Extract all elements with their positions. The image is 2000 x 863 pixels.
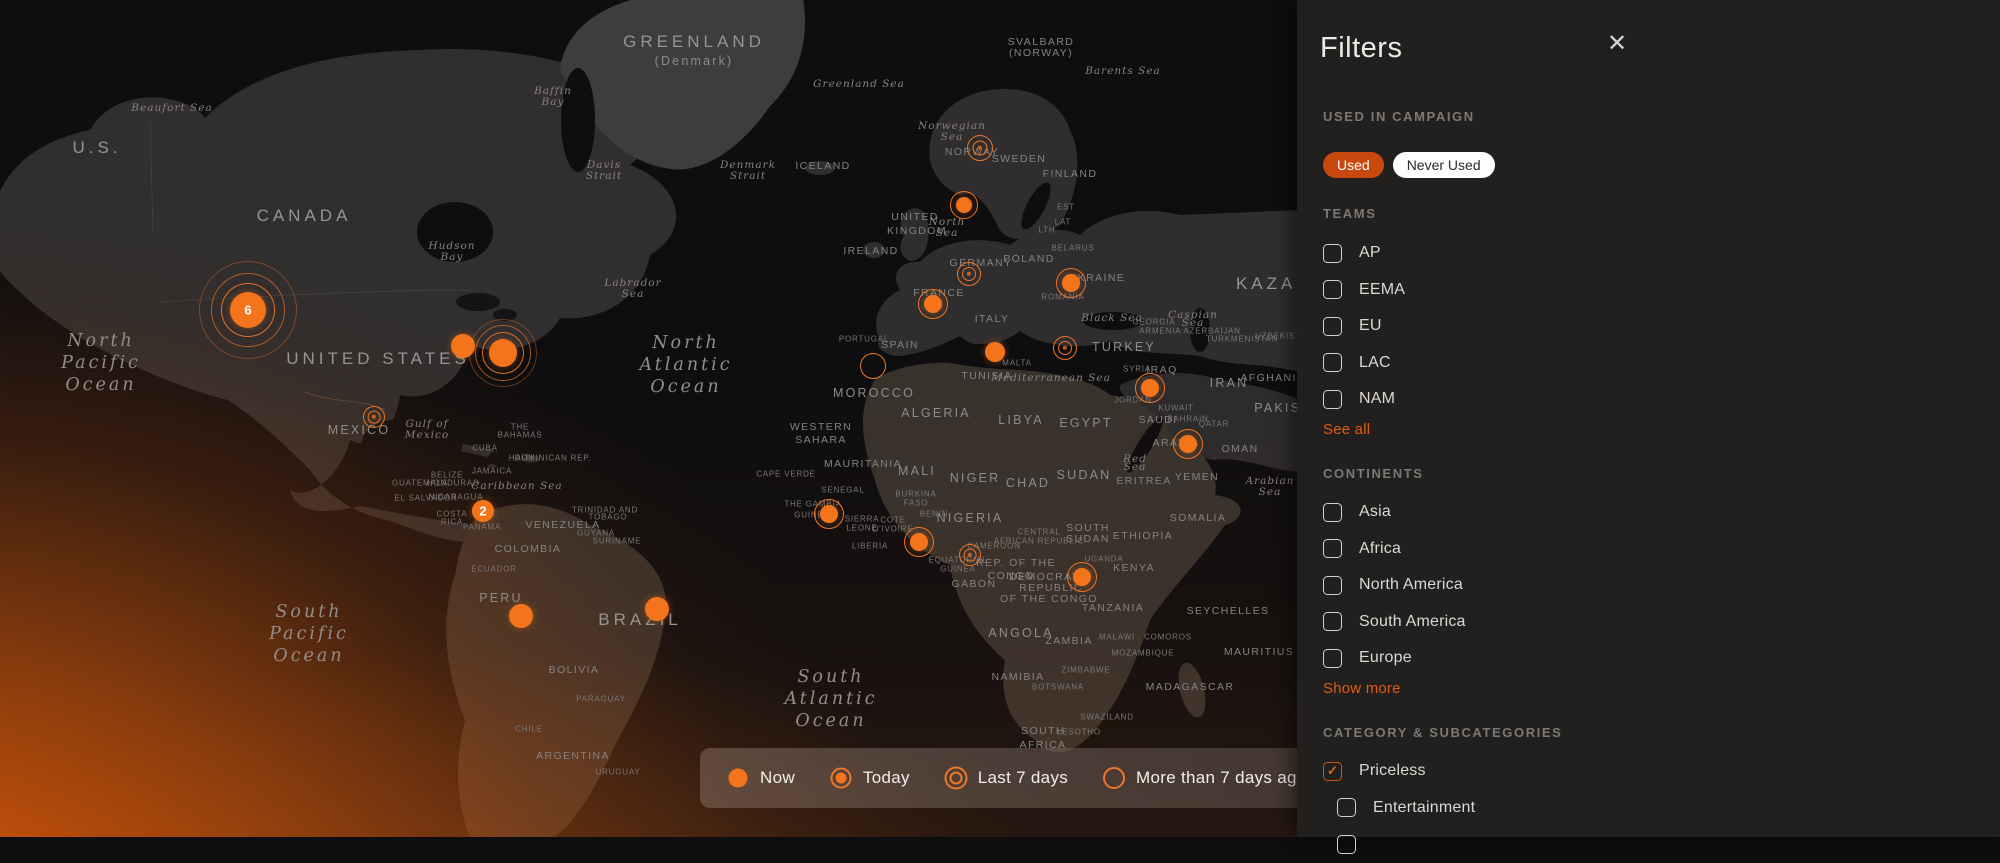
map-legend: Now Today Last 7 days More than 7 days ago	[700, 748, 1297, 808]
checkbox-label: Priceless	[1359, 762, 1426, 780]
map-markers: 62	[0, 0, 1297, 837]
checkbox-icon[interactable]	[1337, 798, 1356, 818]
legend-item-plus7: More than 7 days ago	[1102, 766, 1297, 790]
legend-last7-icon	[944, 766, 968, 790]
checkbox-label: Asia	[1359, 503, 1391, 521]
checkbox-row-north-america[interactable]: North America	[1323, 567, 1466, 604]
legend-plus7-icon	[1102, 766, 1126, 790]
legend-label: Last 7 days	[977, 768, 1069, 787]
checkbox-label: South America	[1359, 612, 1466, 630]
show-more-link[interactable]: Show more	[1323, 680, 1401, 697]
checkbox-row-unlabeled[interactable]	[1323, 826, 1475, 863]
legend-item-today: Today	[829, 766, 910, 790]
filters-panel: Filters ✕ USED IN CAMPAIGN Used Never Use…	[1297, 0, 2000, 854]
checkbox-label: EU	[1359, 317, 1382, 335]
section-label-teams: TEAMS	[1323, 206, 1377, 221]
checkbox-label: AP	[1359, 244, 1381, 262]
checkbox-icon[interactable]	[1323, 648, 1342, 668]
checkbox-icon[interactable]	[1323, 243, 1342, 263]
checkbox-label: LAC	[1359, 353, 1391, 371]
checkbox-label: North America	[1359, 576, 1463, 594]
marker-count: 6	[244, 302, 252, 318]
continents-checklist: Asia Africa North America South America Euro…	[1323, 494, 1466, 677]
checkbox-row-ap[interactable]: AP	[1323, 235, 1405, 272]
checkbox-row-eu[interactable]: EU	[1323, 308, 1405, 345]
section-label-continents: CONTINENTS	[1323, 466, 1424, 481]
teams-checklist: AP EEMA EU LAC NAM	[1323, 235, 1405, 418]
checkbox-icon[interactable]	[1323, 389, 1342, 409]
filters-panel-title: Filters	[1320, 32, 1403, 64]
checkbox-icon[interactable]	[1323, 316, 1342, 336]
section-label-used-in-campaign: USED IN CAMPAIGN	[1323, 109, 1475, 124]
marker-count: 2	[479, 503, 487, 519]
checkbox-row-europe[interactable]: Europe	[1323, 640, 1466, 677]
used-in-campaign-options: Used Never Used	[1323, 152, 1495, 178]
see-all-link[interactable]: See all	[1323, 421, 1370, 438]
checkbox-label: Europe	[1359, 649, 1412, 667]
world-map[interactable]: U.S.CANADAUNITED STATESBRAZILKAZAKHSTANG…	[0, 0, 1297, 837]
checkbox-row-priceless[interactable]: ✓ Priceless	[1323, 753, 1475, 790]
legend-now-icon	[726, 766, 750, 790]
checkbox-row-eema[interactable]: EEMA	[1323, 272, 1405, 309]
filter-pill-used[interactable]: Used	[1323, 152, 1384, 178]
checkbox-label: Africa	[1359, 539, 1402, 557]
close-icon[interactable]: ✕	[1607, 32, 1627, 56]
checkbox-icon[interactable]	[1323, 575, 1342, 595]
checkbox-label: Entertainment	[1373, 798, 1476, 816]
legend-label: Now	[760, 768, 795, 787]
checkbox-icon[interactable]	[1323, 539, 1342, 559]
legend-item-last7: Last 7 days	[944, 766, 1068, 790]
checkbox-icon[interactable]	[1337, 834, 1356, 854]
checkbox-label: EEMA	[1359, 280, 1406, 298]
checkbox-label: NAM	[1359, 390, 1396, 408]
legend-label: More than 7 days ago	[1136, 768, 1297, 787]
filter-pill-never-used[interactable]: Never Used	[1392, 152, 1495, 178]
checkbox-row-asia[interactable]: Asia	[1323, 494, 1466, 531]
checkbox-checked-icon[interactable]: ✓	[1323, 761, 1342, 781]
checkbox-row-nam[interactable]: NAM	[1323, 381, 1405, 418]
checkbox-row-lac[interactable]: LAC	[1323, 345, 1405, 382]
checkbox-row-entertainment[interactable]: Entertainment	[1323, 790, 1475, 827]
checkbox-row-africa[interactable]: Africa	[1323, 531, 1466, 568]
legend-label: Today	[862, 768, 910, 787]
checkbox-icon[interactable]	[1323, 353, 1342, 373]
checkbox-icon[interactable]	[1323, 612, 1342, 632]
categories-checklist: ✓ Priceless Entertainment	[1323, 753, 1475, 863]
legend-today-icon	[829, 766, 853, 790]
checkbox-row-south-america[interactable]: South America	[1323, 604, 1466, 641]
checkbox-icon[interactable]	[1323, 280, 1342, 300]
checkbox-icon[interactable]	[1323, 502, 1342, 522]
section-label-categories: CATEGORY & SUBCATEGORIES	[1323, 725, 1563, 740]
legend-item-now: Now	[726, 766, 795, 790]
